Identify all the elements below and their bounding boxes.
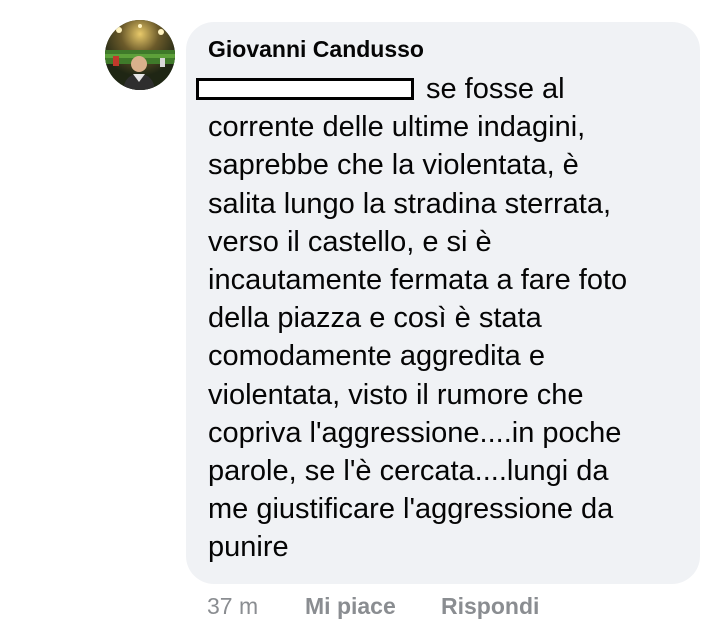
comment-line: corrente delle ultime indagini, xyxy=(208,111,586,144)
comment-line: se fosse al xyxy=(196,70,688,108)
comment-line: incautamente fermata a fare foto xyxy=(208,264,628,297)
comment-author-name[interactable]: Giovanni Candusso xyxy=(208,36,424,63)
redaction-box xyxy=(196,78,414,100)
comment-line: salita lungo la stradina sterrata, xyxy=(208,187,611,220)
like-button[interactable]: Mi piace xyxy=(305,593,396,620)
comment-line: violentata, visto il rumore che xyxy=(208,378,584,411)
comment-line: verso il castello, e si è xyxy=(208,225,492,258)
reply-button[interactable]: Rispondi xyxy=(441,593,539,620)
comment-line-text: se fosse al xyxy=(426,73,565,105)
comment-line: saprebbe che la violentata, è xyxy=(208,149,579,182)
comment-line: della piazza e così è stata xyxy=(208,302,542,335)
comment-line: parole, se l'è cercata....lungi da xyxy=(208,455,609,488)
comment-line: punire xyxy=(208,531,289,564)
comment-bubble: Giovanni Candusso se fosse al corrente d… xyxy=(186,22,700,584)
comment-text: se fosse al corrente delle ultime indagi… xyxy=(196,70,688,567)
avatar-photo-icon xyxy=(105,20,175,90)
comment-line: copriva l'aggressione....in poche xyxy=(208,416,622,449)
comment-line: comodamente aggredita e xyxy=(208,340,545,373)
comment-timestamp[interactable]: 37 m xyxy=(207,593,258,620)
author-avatar[interactable] xyxy=(105,20,175,90)
comment-line: me giustificare l'aggressione da xyxy=(208,493,614,526)
